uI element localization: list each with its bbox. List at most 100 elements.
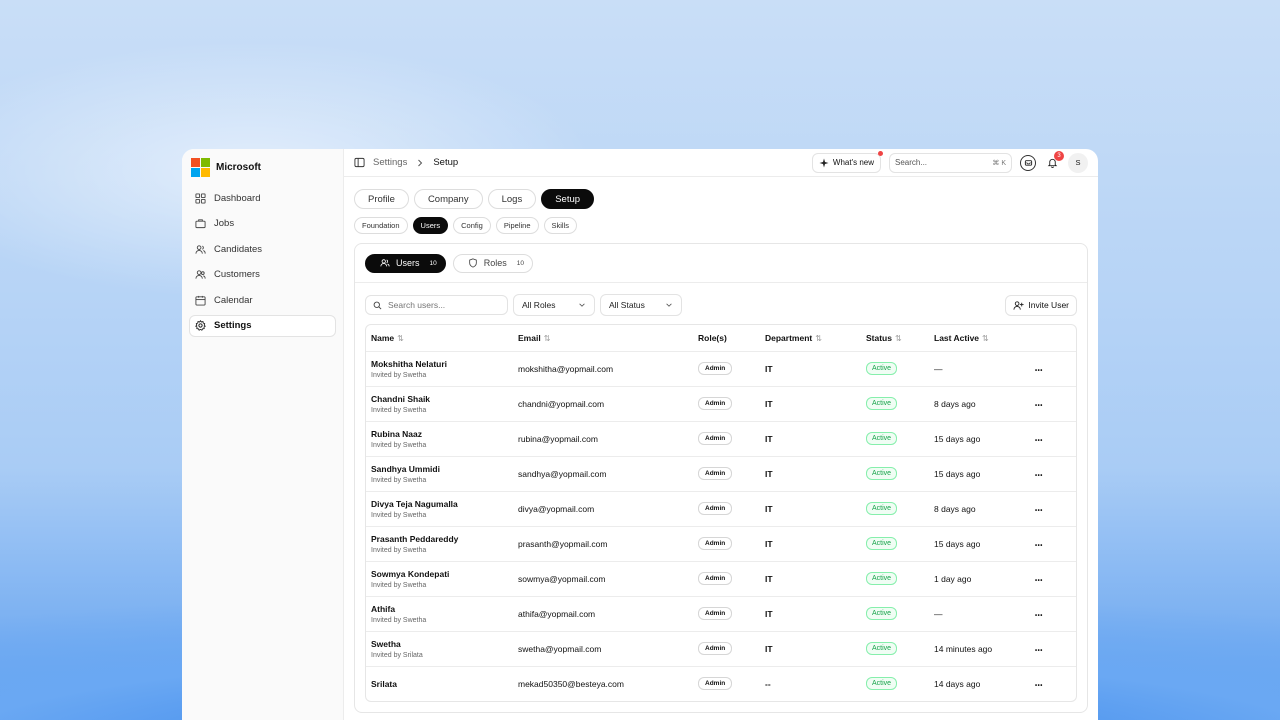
email-cell: mekad50350@besteya.com	[513, 666, 693, 701]
sort-icon[interactable]: ⇅	[982, 334, 989, 343]
more-actions-icon[interactable]: •••	[1035, 403, 1043, 409]
subtab-config[interactable]: Config	[453, 217, 491, 234]
sort-icon[interactable]: ⇅	[544, 334, 551, 343]
invited-by: Invited by Swetha	[371, 406, 427, 414]
user-email: prasanth@yopmail.com	[518, 538, 608, 549]
actions-cell: •••	[1030, 386, 1076, 422]
sidebar-toggle-icon[interactable]	[354, 157, 365, 168]
invited-by: Invited by Swetha	[371, 441, 427, 449]
invited-by: Invited by Swetha	[371, 476, 427, 484]
roles-pill[interactable]: Roles 10	[452, 253, 533, 273]
user-email: athifa@yopmail.com	[518, 608, 596, 619]
user-email: divya@yopmail.com	[518, 503, 595, 514]
sparkle-icon	[819, 158, 829, 167]
column-header-status[interactable]: Status ⇅	[861, 325, 929, 352]
breadcrumb-settings[interactable]: Settings	[373, 157, 407, 168]
user-avatar[interactable]: S	[1068, 152, 1088, 173]
subtab-skills[interactable]: Skills	[543, 217, 578, 234]
more-actions-icon[interactable]: •••	[1035, 368, 1043, 374]
department-value: IT	[765, 398, 773, 409]
column-header-name[interactable]: Name ⇅	[366, 325, 513, 352]
email-cell: athifa@yopmail.com	[513, 596, 693, 632]
bell-icon[interactable]: 3	[1044, 150, 1064, 171]
sidebar-item-settings[interactable]: Settings	[189, 314, 336, 337]
sort-icon[interactable]: ⇅	[895, 334, 902, 343]
column-header-label: Last Active	[934, 332, 980, 343]
sidebar-item-label: Candidates	[214, 243, 263, 255]
user-search-input[interactable]	[388, 300, 498, 310]
last-active-cell: 15 days ago	[929, 456, 1030, 492]
tab-setup[interactable]: Setup	[541, 189, 595, 209]
status-badge: Active	[866, 677, 898, 691]
user-name: Rubina Naaz	[371, 428, 423, 439]
last-active-cell: 14 minutes ago	[929, 631, 1030, 667]
shield-icon	[469, 258, 477, 268]
global-search-input[interactable]: Search... ⌘ K	[889, 152, 1012, 173]
brand: Microsoft	[189, 157, 336, 177]
column-header-last-active[interactable]: Last Active ⇅	[929, 325, 1030, 352]
email-cell: mokshitha@yopmail.com	[513, 351, 693, 387]
more-actions-icon[interactable]: •••	[1035, 613, 1043, 619]
invite-user-label: Invite User	[1028, 300, 1069, 310]
sidebar-item-dashboard[interactable]: Dashboard	[189, 187, 336, 209]
users-pill[interactable]: Users 10	[365, 253, 446, 273]
sidebar-item-calendar[interactable]: Calendar	[189, 289, 336, 311]
last-active-cell: 15 days ago	[929, 526, 1030, 562]
user-search[interactable]	[365, 295, 508, 315]
more-actions-icon[interactable]: •••	[1035, 543, 1043, 549]
sidebar-item-candidates[interactable]: Candidates	[189, 238, 336, 260]
setup-subtabs: Foundation Users Config Pipeline Skills	[354, 217, 1088, 234]
user-name: Sowmya Kondepati	[371, 568, 450, 579]
invited-by: Invited by Swetha	[371, 581, 427, 589]
column-header-department[interactable]: Department ⇅	[760, 325, 861, 352]
column-header-label: Status	[866, 332, 892, 343]
tab-logs[interactable]: Logs	[487, 189, 537, 209]
microsoft-logo-icon	[191, 157, 210, 177]
user-email: sandhya@yopmail.com	[518, 468, 607, 479]
user-email: chandni@yopmail.com	[518, 398, 605, 409]
last-active-value: 8 days ago	[934, 398, 976, 409]
table-row: Chandni Shaik Invited by Swetha chandni@yo…	[366, 386, 1076, 422]
tab-profile[interactable]: Profile	[354, 189, 409, 209]
whats-new-button[interactable]: What's new	[811, 150, 883, 173]
status-filter-select[interactable]: All Status	[600, 294, 682, 316]
role-filter-select[interactable]: All Roles	[513, 294, 595, 316]
global-search-placeholder: Search...	[895, 158, 928, 167]
actions-cell: •••	[1030, 456, 1076, 492]
role-cell: Admin	[693, 421, 760, 457]
status-cell: Active	[861, 456, 929, 492]
actions-cell: •••	[1030, 666, 1076, 701]
sort-icon[interactable]: ⇅	[397, 334, 404, 343]
sidebar-item-customers[interactable]: Customers	[189, 264, 336, 286]
more-actions-icon[interactable]: •••	[1035, 508, 1043, 514]
column-header-label: Name	[371, 332, 395, 343]
subtab-users[interactable]: Users	[412, 217, 449, 234]
more-actions-icon[interactable]: •••	[1035, 683, 1043, 689]
invite-user-button[interactable]: Invite User	[1005, 294, 1077, 316]
invited-by: Invited by Swetha	[371, 511, 427, 519]
sort-icon[interactable]: ⇅	[815, 334, 822, 343]
user-name: Divya Teja Nagumalla	[371, 498, 458, 509]
subtab-pipeline[interactable]: Pipeline	[495, 217, 539, 234]
chevron-right-icon	[418, 159, 423, 166]
last-active-value: 15 days ago	[934, 468, 981, 479]
chevron-down-icon	[666, 303, 672, 307]
search-shortcut: ⌘ K	[992, 159, 1006, 167]
tab-company[interactable]: Company	[413, 189, 483, 209]
last-active-value: 14 minutes ago	[934, 643, 993, 654]
role-badge: Admin	[698, 677, 733, 691]
more-actions-icon[interactable]: •••	[1035, 578, 1043, 584]
role-badge: Admin	[698, 502, 733, 515]
more-actions-icon[interactable]: •••	[1035, 438, 1043, 444]
status-badge: Active	[866, 362, 898, 375]
topbar: Settings Setup What's new Search... ⌘ K …	[344, 149, 1098, 177]
name-cell: Sandhya Ummidi Invited by Swetha	[366, 456, 513, 492]
more-actions-icon[interactable]: •••	[1035, 473, 1043, 479]
sidebar: Microsoft Dashboard Jobs Candidates Custome…	[182, 149, 344, 720]
column-header-email[interactable]: Email ⇅	[513, 325, 693, 352]
inbox-icon[interactable]	[1020, 154, 1036, 171]
more-actions-icon[interactable]: •••	[1035, 648, 1043, 654]
sidebar-item-jobs[interactable]: Jobs	[189, 213, 336, 235]
subtab-foundation[interactable]: Foundation	[354, 217, 408, 234]
role-cell: Admin	[693, 386, 760, 422]
